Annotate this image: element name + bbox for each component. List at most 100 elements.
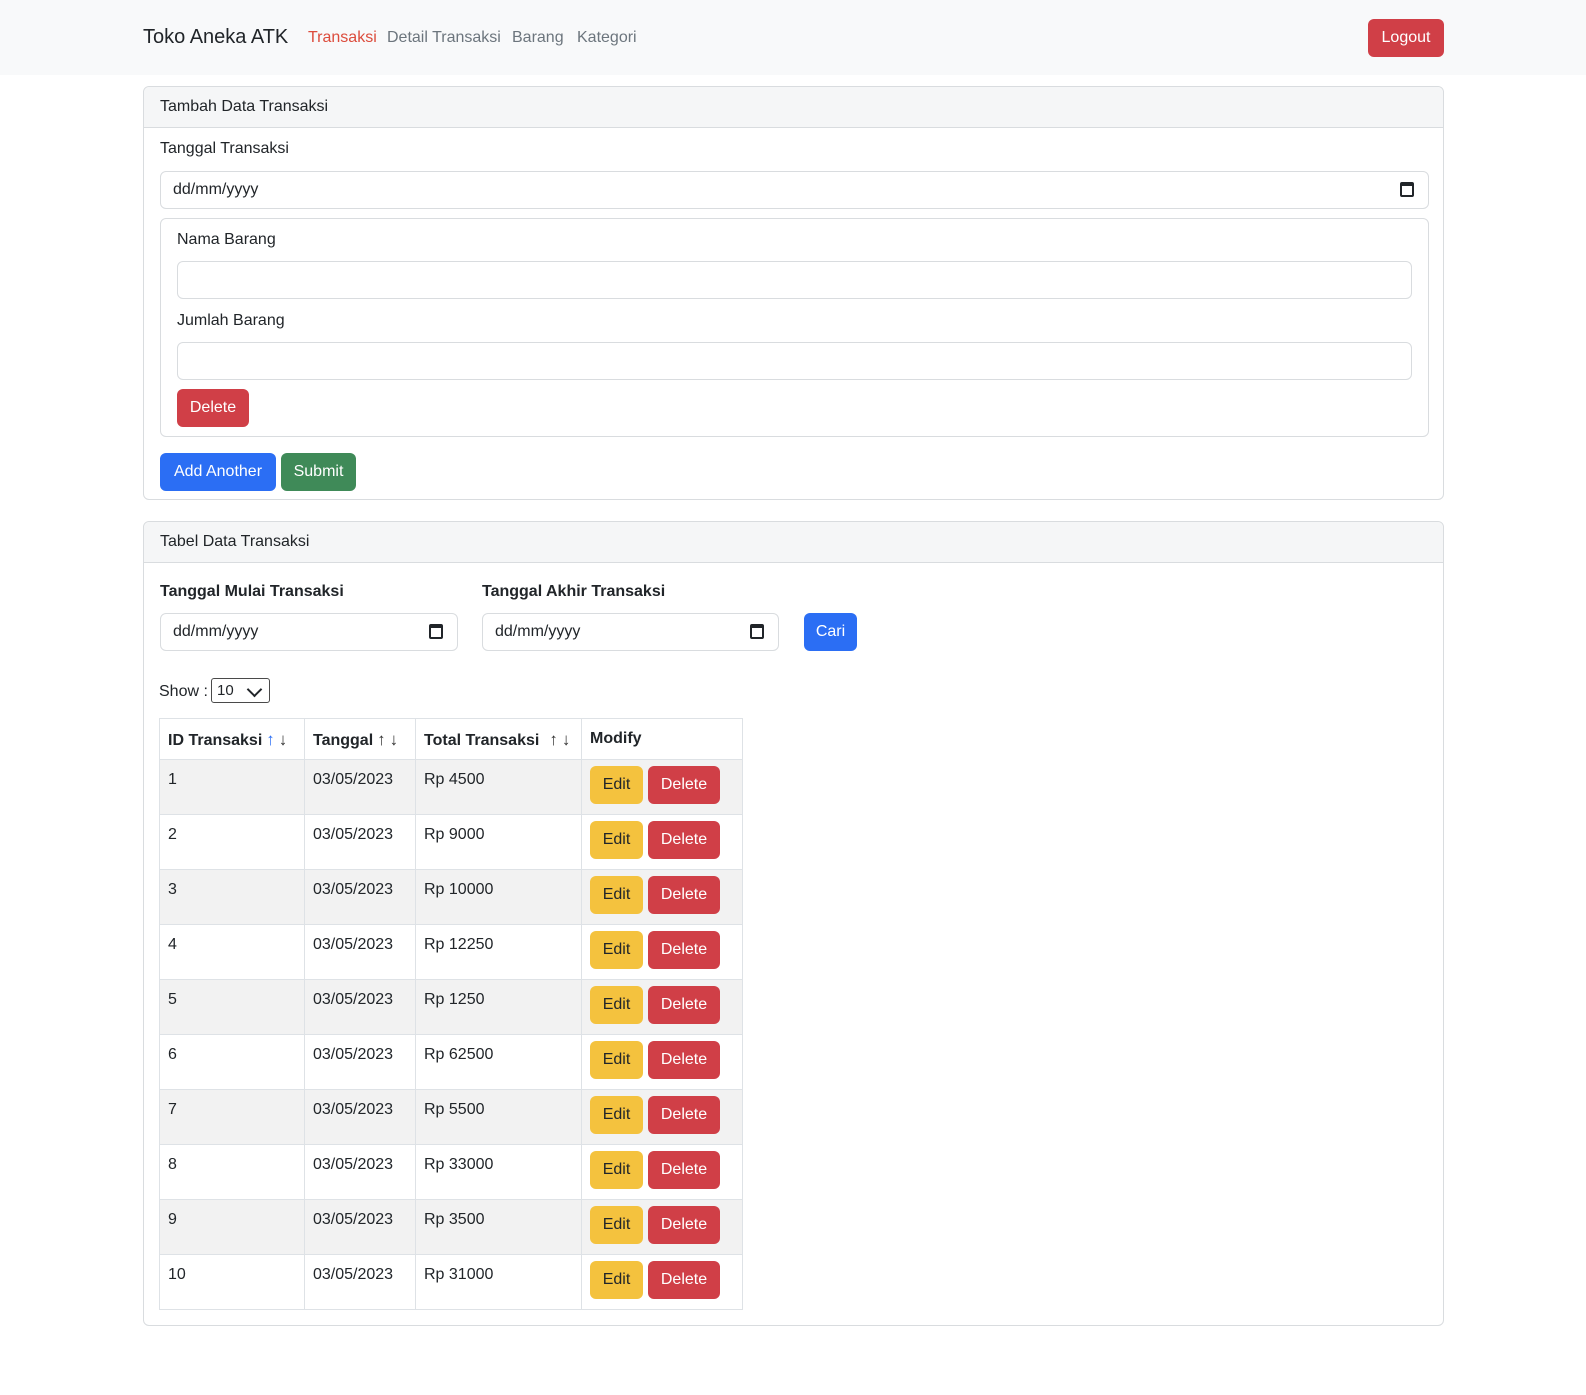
edit-button[interactable]: Edit [590, 1206, 643, 1244]
transaction-date-label: Tanggal Transaksi [160, 140, 289, 157]
table-row: 4 03/05/2023 Rp 12250 Edit Delete [159, 924, 743, 980]
sort-down-icon[interactable]: ↓ [279, 730, 288, 750]
column-header-id[interactable]: ID Transaksi ↑ ↓ [159, 718, 305, 760]
nav-link-detail-transaksi[interactable]: Detail Transaksi [387, 29, 501, 47]
cell-date: 03/05/2023 [304, 1199, 416, 1255]
sort-down-icon[interactable]: ↓ [562, 730, 571, 750]
cell-total: Rp 1250 [415, 979, 582, 1035]
delete-button[interactable]: Delete [648, 766, 720, 804]
cell-date: 03/05/2023 [304, 814, 416, 870]
edit-button[interactable]: Edit [590, 1096, 643, 1134]
delete-button[interactable]: Delete [648, 1206, 720, 1244]
cell-modify: Edit Delete [581, 1089, 743, 1145]
delete-button[interactable]: Delete [648, 1041, 720, 1079]
edit-button[interactable]: Edit [590, 1261, 643, 1299]
delete-button[interactable]: Delete [648, 1261, 720, 1299]
start-date-input[interactable]: dd/mm/yyyy [160, 613, 458, 651]
cell-modify: Edit Delete [581, 1144, 743, 1200]
edit-button[interactable]: Edit [590, 1151, 643, 1189]
calendar-icon[interactable] [750, 624, 764, 639]
column-header-date[interactable]: Tanggal ↑ ↓ [304, 718, 416, 760]
cell-date: 03/05/2023 [304, 1089, 416, 1145]
cell-modify: Edit Delete [581, 814, 743, 870]
edit-button[interactable]: Edit [590, 821, 643, 859]
edit-button[interactable]: Edit [590, 986, 643, 1024]
cell-total: Rp 62500 [415, 1034, 582, 1090]
item-qty-input[interactable] [177, 342, 1412, 380]
cell-total: Rp 9000 [415, 814, 582, 870]
transaction-table: ID Transaksi ↑ ↓ Tanggal ↑ ↓ Total Transaksi… [159, 718, 743, 1310]
logout-button[interactable]: Logout [1368, 19, 1444, 57]
delete-button[interactable]: Delete [648, 986, 720, 1024]
search-button[interactable]: Cari [804, 613, 857, 651]
sort-down-icon[interactable]: ↓ [390, 730, 399, 750]
end-date-placeholder: dd/mm/yyyy [495, 623, 581, 640]
cell-date: 03/05/2023 [304, 869, 416, 925]
cell-modify: Edit Delete [581, 869, 743, 925]
table-row: 10 03/05/2023 Rp 31000 Edit Delete [159, 1254, 743, 1310]
edit-button[interactable]: Edit [590, 1041, 643, 1079]
table-row: 3 03/05/2023 Rp 10000 Edit Delete [159, 869, 743, 925]
cell-total: Rp 4500 [415, 759, 582, 815]
cell-id: 7 [159, 1089, 305, 1145]
brand-title[interactable]: Toko Aneka ATK [143, 26, 288, 49]
table-row: 7 03/05/2023 Rp 5500 Edit Delete [159, 1089, 743, 1145]
submit-button[interactable]: Submit [281, 453, 356, 491]
page-size-value: 10 [217, 682, 234, 699]
nav-link-barang[interactable]: Barang [512, 29, 564, 47]
cell-id: 4 [159, 924, 305, 980]
delete-button[interactable]: Delete [648, 1151, 720, 1189]
cell-date: 03/05/2023 [304, 1034, 416, 1090]
table-row: 5 03/05/2023 Rp 1250 Edit Delete [159, 979, 743, 1035]
cell-date: 03/05/2023 [304, 924, 416, 980]
cell-modify: Edit Delete [581, 979, 743, 1035]
page-size-select[interactable]: 10 [211, 678, 270, 703]
cell-id: 8 [159, 1144, 305, 1200]
edit-button[interactable]: Edit [590, 931, 643, 969]
column-header-label: ID Transaksi [168, 732, 263, 749]
delete-button[interactable]: Delete [648, 876, 720, 914]
cell-date: 03/05/2023 [304, 1254, 416, 1310]
sort-up-icon[interactable]: ↑ [549, 730, 558, 750]
table-row: 1 03/05/2023 Rp 4500 Edit Delete [159, 759, 743, 815]
column-header-total[interactable]: Total Transaksi ↑ ↓ [415, 718, 582, 760]
column-header-label: Total Transaksi [424, 732, 540, 749]
end-date-input[interactable]: dd/mm/yyyy [482, 613, 779, 651]
cell-total: Rp 3500 [415, 1199, 582, 1255]
cell-modify: Edit Delete [581, 1034, 743, 1090]
show-label: Show : [159, 683, 208, 700]
delete-button[interactable]: Delete [648, 1096, 720, 1134]
column-header-modify: Modify [581, 718, 743, 760]
cell-total: Rp 10000 [415, 869, 582, 925]
chevron-down-icon [246, 681, 263, 698]
sort-up-icon[interactable]: ↑ [266, 730, 275, 750]
add-another-button[interactable]: Add Another [160, 453, 276, 491]
item-name-input[interactable] [177, 261, 1412, 299]
navbar: Toko Aneka ATK Transaksi Detail Transaks… [0, 0, 1586, 75]
calendar-icon[interactable] [429, 624, 443, 639]
edit-button[interactable]: Edit [590, 876, 643, 914]
sort-up-icon[interactable]: ↑ [377, 730, 386, 750]
cell-id: 9 [159, 1199, 305, 1255]
table-row: 2 03/05/2023 Rp 9000 Edit Delete [159, 814, 743, 870]
item-name-label: Nama Barang [177, 231, 276, 248]
cell-total: Rp 31000 [415, 1254, 582, 1310]
calendar-icon[interactable] [1400, 182, 1414, 197]
start-date-label: Tanggal Mulai Transaksi [160, 583, 344, 600]
nav-link-kategori[interactable]: Kategori [577, 29, 637, 47]
cell-date: 03/05/2023 [304, 979, 416, 1035]
nav-link-transaksi[interactable]: Transaksi [308, 29, 377, 47]
edit-button[interactable]: Edit [590, 766, 643, 804]
cell-modify: Edit Delete [581, 1254, 743, 1310]
cell-id: 2 [159, 814, 305, 870]
cell-id: 6 [159, 1034, 305, 1090]
delete-button[interactable]: Delete [648, 931, 720, 969]
cell-modify: Edit Delete [581, 1199, 743, 1255]
cell-total: Rp 33000 [415, 1144, 582, 1200]
transaction-date-input[interactable]: dd/mm/yyyy [160, 171, 1429, 209]
delete-item-button[interactable]: Delete [177, 389, 249, 427]
cell-total: Rp 5500 [415, 1089, 582, 1145]
item-entry-group: Nama Barang Jumlah Barang Delete [160, 218, 1429, 437]
cell-date: 03/05/2023 [304, 1144, 416, 1200]
delete-button[interactable]: Delete [648, 821, 720, 859]
